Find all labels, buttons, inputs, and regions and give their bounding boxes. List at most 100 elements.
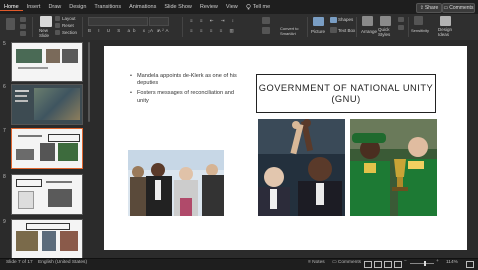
thumbnail-text [46, 181, 72, 183]
slide-thumbnail-7[interactable] [11, 128, 83, 169]
bullet-item: Mandela appoints de-Klerk as one of his … [130, 73, 245, 87]
thumbnail-image [40, 143, 55, 161]
layout-icon [55, 16, 60, 21]
comments-status-button[interactable]: ▭ Comments [332, 260, 361, 265]
new-slide-button[interactable]: New Slide [39, 28, 49, 38]
slideshow-icon[interactable] [394, 261, 402, 268]
ribbon-divider [356, 17, 357, 37]
thumbnail-image [42, 231, 56, 251]
shapes-button[interactable]: Shapes [338, 17, 353, 22]
thumbnail-number: 8 [3, 174, 6, 180]
font-color-buttons[interactable]: A A A [150, 28, 171, 33]
paste-icon[interactable] [6, 18, 15, 30]
shape-outline-icon[interactable] [398, 25, 404, 30]
photo-rugby-trophy[interactable] [350, 119, 437, 216]
tab-view[interactable]: View [222, 4, 242, 10]
thumbnail-text [15, 95, 27, 97]
sensitivity-icon[interactable] [414, 16, 423, 25]
menu-bar: Home Insert Draw Design Transitions Anim… [0, 0, 478, 14]
comments-label: Comments [449, 5, 474, 11]
tell-me-label: Tell me [252, 4, 271, 10]
new-slide-icon[interactable] [40, 16, 52, 27]
layout-button[interactable]: Layout [62, 16, 76, 21]
slide-thumbnail-5[interactable] [11, 42, 83, 82]
zoom-out-button[interactable]: − [404, 259, 407, 264]
quick-styles-icon[interactable] [380, 16, 391, 26]
thumbnail-image [60, 231, 78, 251]
thumbnail-image [46, 49, 60, 63]
quick-styles-button[interactable]: Quick Styles [378, 27, 390, 37]
zoom-in-button[interactable]: + [436, 259, 439, 264]
ribbon-divider [307, 17, 308, 37]
tab-slide-show[interactable]: Slide Show [160, 4, 196, 10]
share-button[interactable]: ⇪ Share [416, 3, 442, 13]
photo-mandela-de-klerk[interactable] [128, 150, 224, 216]
zoom-slider-thumb[interactable] [424, 261, 426, 266]
zoom-level[interactable]: 114% [446, 260, 458, 265]
fit-to-window-icon[interactable] [466, 261, 474, 268]
arrange-button[interactable]: Arrange [361, 29, 377, 34]
notes-label: Notes [312, 260, 325, 265]
picture-button[interactable]: Picture [311, 29, 325, 34]
tell-me-search[interactable]: Tell me [242, 4, 274, 10]
comments-button[interactable]: ▭ Comments [442, 3, 475, 13]
tab-insert[interactable]: Insert [23, 4, 45, 10]
tab-draw[interactable]: Draw [44, 4, 65, 10]
bullet-item: Fosters messages of reconciliation and u… [130, 90, 245, 104]
arrange-icon[interactable] [362, 16, 373, 26]
tab-home[interactable]: Home [0, 4, 23, 11]
photo-raised-hands[interactable] [258, 119, 345, 216]
font-name-dropdown[interactable] [88, 17, 148, 26]
align-buttons[interactable]: ≡ ≡ ≡ ≡ ▥ [190, 28, 237, 34]
font-size-dropdown[interactable] [149, 17, 169, 26]
copy-icon[interactable] [20, 24, 26, 29]
tab-review[interactable]: Review [196, 4, 222, 10]
tab-animations[interactable]: Animations [125, 4, 160, 10]
share-label: Share [424, 5, 439, 11]
ribbon-divider [408, 17, 409, 37]
thumbnail-number: 6 [3, 84, 6, 90]
text-box-icon[interactable] [330, 27, 337, 33]
design-ideas-button[interactable]: Design Ideas [438, 27, 452, 37]
section-button[interactable]: Section [62, 30, 77, 35]
tab-transitions[interactable]: Transitions [90, 4, 125, 10]
reading-view-icon[interactable] [384, 261, 392, 268]
photo-illustration [128, 150, 224, 216]
slide-thumbnail-8[interactable] [11, 174, 83, 215]
sensitivity-button[interactable]: Sensitivity [411, 28, 429, 33]
section-icon [55, 30, 60, 35]
photo-illustration [350, 119, 437, 216]
bullet-list[interactable]: Mandela appoints de-Klerk as one of his … [130, 73, 245, 108]
slide-title-box[interactable]: GOVERNMENT OF NATIONAL UNITY (GNU) [256, 74, 436, 113]
text-direction-icon[interactable] [262, 17, 270, 24]
shapes-icon[interactable] [330, 17, 337, 23]
notes-button[interactable]: ≡ Notes [308, 260, 325, 265]
thumbnail-image [48, 189, 72, 207]
picture-icon[interactable] [313, 17, 324, 26]
normal-view-icon[interactable] [364, 261, 372, 268]
slide-sorter-icon[interactable] [374, 261, 382, 268]
zoom-slider[interactable] [410, 261, 434, 266]
share-icon: ⇪ [419, 5, 424, 11]
thumbnail-image [58, 143, 78, 161]
design-ideas-icon[interactable] [440, 16, 451, 26]
slide-thumbnail-9[interactable] [11, 219, 83, 260]
cut-icon[interactable] [20, 17, 26, 22]
ribbon-divider [32, 17, 33, 37]
thumbnail-title-box [16, 179, 42, 187]
reset-icon [55, 23, 60, 28]
shape-fill-icon[interactable] [398, 17, 404, 22]
language-indicator[interactable]: English (United States) [38, 260, 87, 265]
convert-smartart-button[interactable]: Convert to SmartArt [280, 26, 298, 36]
align-text-icon[interactable] [262, 27, 270, 34]
text-box-button[interactable]: Text Box [338, 28, 355, 33]
format-painter-icon[interactable] [20, 31, 26, 36]
tab-design[interactable]: Design [65, 4, 90, 10]
reset-button[interactable]: Reset [62, 23, 74, 28]
slide-thumbnail-6[interactable] [11, 84, 83, 125]
lightbulb-icon [246, 4, 251, 10]
thumbnail-image [16, 231, 38, 251]
photo-illustration [258, 119, 345, 216]
list-buttons[interactable]: ≡ ≡ ⇤ ⇥ ↕ [190, 18, 237, 24]
thumbnails-scrollbar[interactable] [88, 42, 90, 122]
